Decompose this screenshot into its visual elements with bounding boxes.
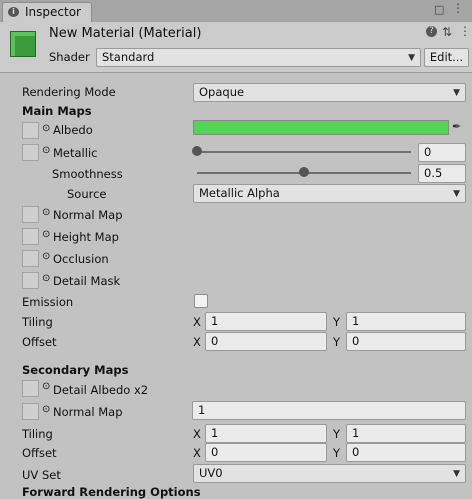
secondary-offset-y-field[interactable]: 0	[346, 443, 466, 462]
picker-dot-icon[interactable]: ⊙	[42, 381, 50, 392]
picker-dot-icon[interactable]: ⊙	[42, 145, 50, 156]
tab-inspector[interactable]: i Inspector	[2, 2, 92, 22]
albedo-label: Albedo	[53, 123, 93, 137]
emission-label: Emission	[22, 295, 74, 309]
more-options-icon[interactable]: ⋮	[452, 1, 464, 15]
uv-set-label: UV Set	[22, 468, 61, 482]
picker-dot-icon[interactable]: ⊙	[42, 404, 50, 415]
rendering-mode-dropdown[interactable]: Opaque ▼	[193, 83, 466, 102]
tab-title: Inspector	[25, 5, 81, 19]
secondary-normal-scale-field[interactable]: 1	[192, 401, 466, 420]
offset-y-field[interactable]: 0	[346, 332, 466, 351]
picker-dot-icon[interactable]: ⊙	[42, 123, 50, 134]
main-maps-heading: Main Maps	[22, 104, 92, 118]
edit-shader-button[interactable]: Edit...	[424, 48, 469, 67]
shader-label: Shader	[49, 50, 90, 64]
chevron-down-icon: ▼	[453, 88, 460, 98]
chevron-down-icon: ▼	[453, 189, 460, 199]
source-dropdown[interactable]: Metallic Alpha ▼	[193, 184, 466, 203]
secondary-normal-map-texture-slot[interactable]	[22, 403, 39, 420]
forward-rendering-heading: Forward Rendering Options	[22, 485, 201, 499]
rendering-mode-value: Opaque	[199, 85, 245, 99]
picker-dot-icon[interactable]: ⊙	[42, 207, 50, 218]
rendering-mode-label: Rendering Mode	[22, 85, 116, 99]
normal-map-texture-slot[interactable]	[22, 206, 39, 223]
occlusion-label: Occlusion	[53, 252, 109, 266]
detail-albedo-texture-slot[interactable]	[22, 380, 39, 397]
metallic-value-field[interactable]: 0	[418, 143, 466, 162]
tiling-y-label: Y	[333, 315, 341, 329]
secondary-offset-x-field[interactable]: 0	[205, 443, 327, 462]
albedo-texture-slot[interactable]	[22, 122, 39, 139]
source-label: Source	[67, 187, 107, 201]
context-menu-icon[interactable]: ⋮	[459, 24, 471, 38]
uv-set-value: UV0	[199, 466, 223, 480]
picker-dot-icon[interactable]: ⊙	[42, 229, 50, 240]
height-map-texture-slot[interactable]	[22, 228, 39, 245]
albedo-color-field[interactable]	[193, 120, 449, 135]
tiling-label: Tiling	[22, 315, 53, 329]
metallic-slider-handle[interactable]	[192, 146, 202, 156]
metallic-slider-track[interactable]	[197, 151, 411, 153]
smoothness-value-field[interactable]: 0.5	[418, 164, 466, 183]
chevron-down-icon: ▼	[453, 469, 460, 479]
source-value: Metallic Alpha	[199, 186, 280, 200]
help-icon[interactable]: ?	[426, 26, 437, 37]
detail-mask-label: Detail Mask	[53, 274, 121, 288]
tiling-x-field[interactable]: 1	[205, 312, 327, 331]
offset-x-label: X	[193, 335, 201, 349]
tab-bar: i Inspector □ ⋮	[0, 0, 472, 23]
secondary-offset-y-label: Y	[333, 446, 341, 460]
smoothness-label: Smoothness	[52, 167, 123, 181]
shader-dropdown[interactable]: Standard ▼	[96, 48, 421, 67]
normal-map-label: Normal Map	[53, 208, 123, 222]
offset-y-label: Y	[333, 335, 341, 349]
secondary-tiling-y-label: Y	[333, 427, 341, 441]
smoothness-slider-handle[interactable]	[299, 167, 309, 177]
uv-set-dropdown[interactable]: UV0 ▼	[193, 464, 466, 483]
material-title: New Material (Material)	[49, 26, 202, 41]
picker-dot-icon[interactable]: ⊙	[42, 251, 50, 262]
metallic-label: Metallic	[53, 146, 98, 160]
detail-albedo-label: Detail Albedo x2	[53, 383, 149, 397]
material-header: New Material (Material) ? ⇅ ⋮ Shader Sta…	[0, 22, 472, 73]
picker-dot-icon[interactable]: ⊙	[42, 273, 50, 284]
height-map-label: Height Map	[53, 230, 119, 244]
lock-icon[interactable]: □	[434, 3, 444, 16]
secondary-tiling-label: Tiling	[22, 427, 53, 441]
secondary-maps-heading: Secondary Maps	[22, 363, 129, 377]
offset-x-field[interactable]: 0	[205, 332, 327, 351]
tiling-y-field[interactable]: 1	[346, 312, 466, 331]
secondary-tiling-x-field[interactable]: 1	[205, 424, 327, 443]
occlusion-texture-slot[interactable]	[22, 250, 39, 267]
secondary-tiling-y-field[interactable]: 1	[346, 424, 466, 443]
material-preview-icon	[10, 31, 36, 57]
secondary-offset-x-label: X	[193, 446, 201, 460]
detail-mask-texture-slot[interactable]	[22, 272, 39, 289]
metallic-texture-slot[interactable]	[22, 144, 39, 161]
eyedropper-icon[interactable]: ✒	[452, 120, 461, 133]
secondary-normal-map-label: Normal Map	[53, 405, 123, 419]
offset-label: Offset	[22, 335, 57, 349]
preset-icon[interactable]: ⇅	[442, 25, 452, 39]
tiling-x-label: X	[193, 315, 201, 329]
shader-value: Standard	[102, 50, 155, 64]
info-icon: i	[8, 7, 19, 17]
emission-checkbox[interactable]	[194, 294, 208, 308]
chevron-down-icon: ▼	[408, 53, 415, 63]
secondary-tiling-x-label: X	[193, 427, 201, 441]
secondary-offset-label: Offset	[22, 446, 57, 460]
